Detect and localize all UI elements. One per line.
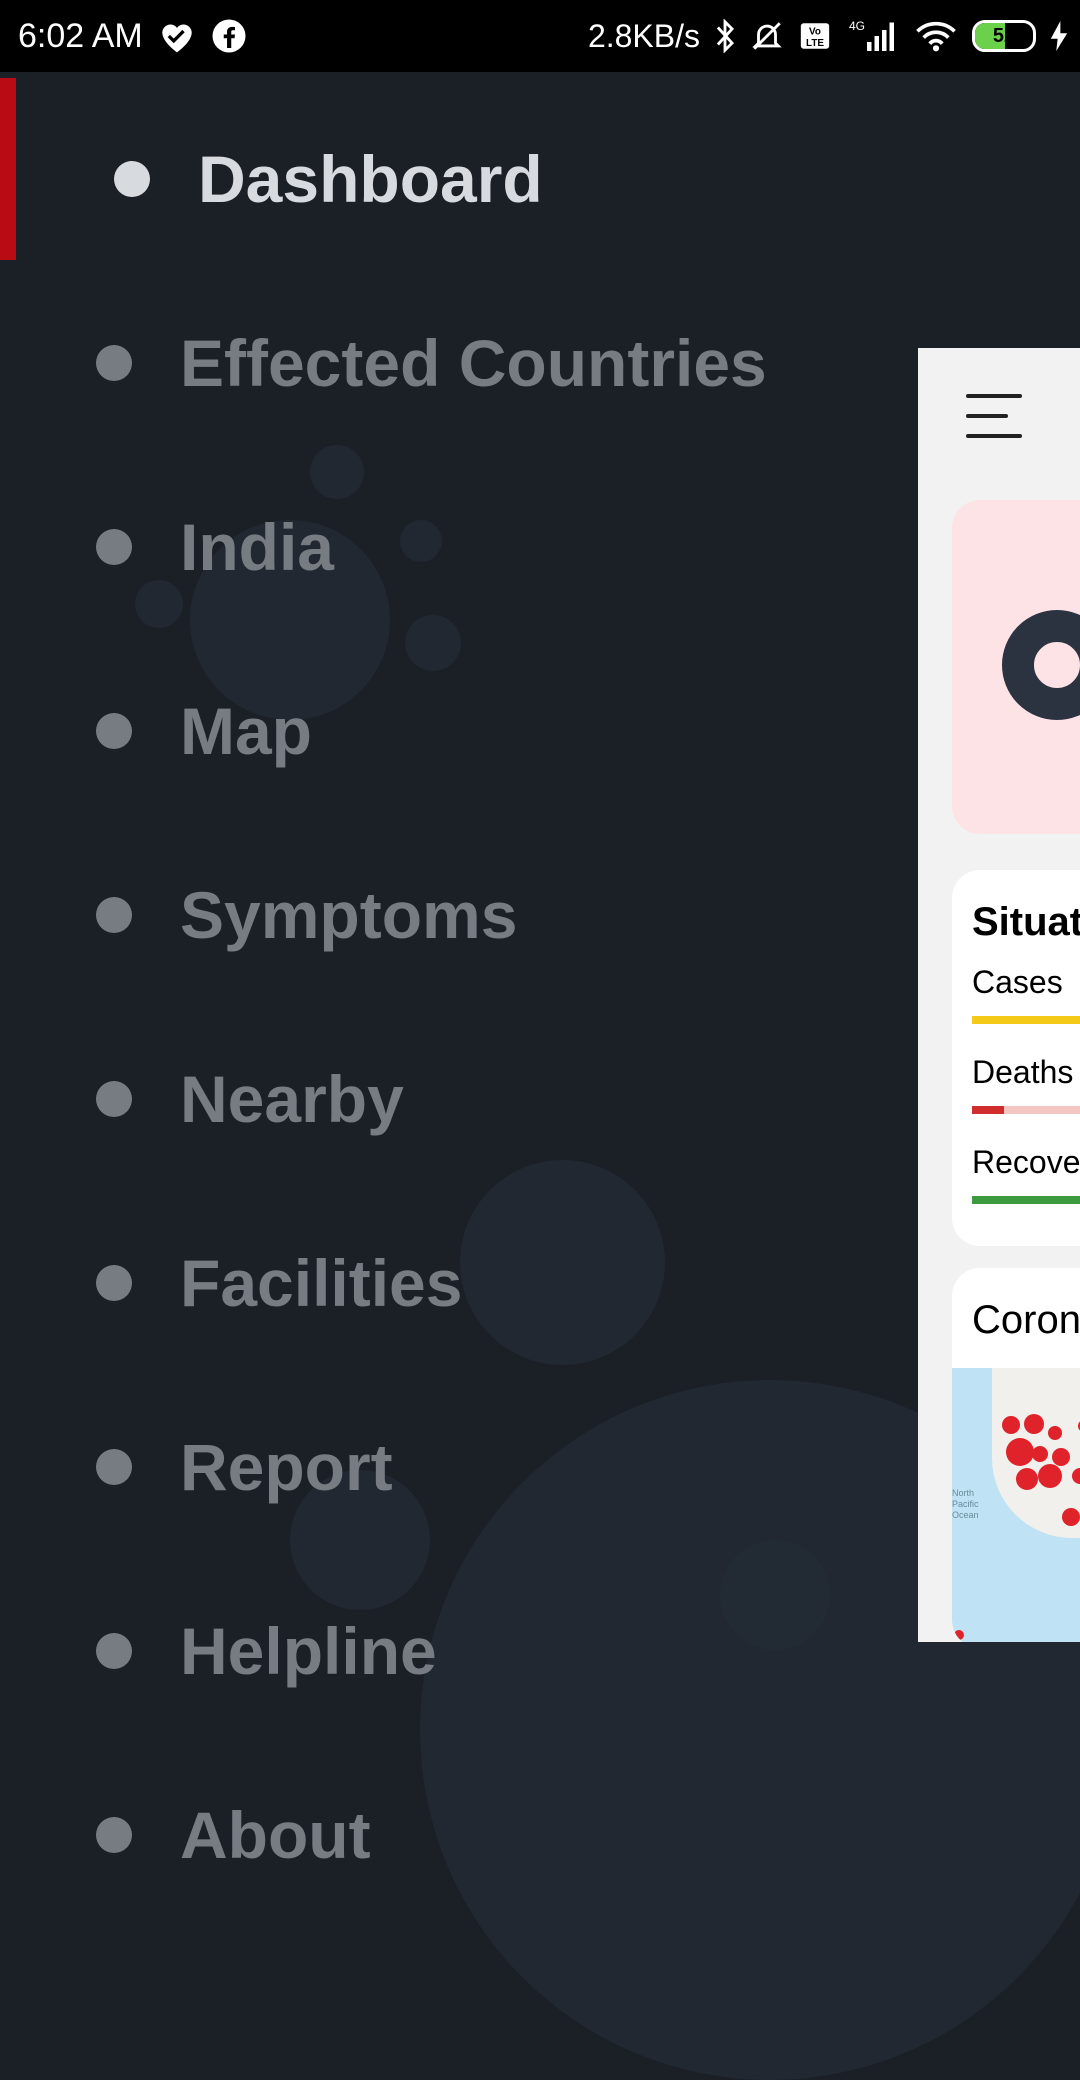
drawer-item-label: India	[180, 510, 335, 584]
drawer-item-label: Dashboard	[198, 142, 543, 216]
situation-card: Situati Cases Deaths Recove	[952, 870, 1080, 1246]
drawer-item-symptoms[interactable]: Symptoms	[0, 855, 900, 975]
drawer-item-label: Report	[180, 1430, 393, 1504]
drawer-item-effected-countries[interactable]: Effected Countries	[0, 303, 900, 423]
bluetooth-icon	[714, 19, 736, 53]
map-marker	[1016, 1468, 1038, 1490]
map-card-title: Corona	[972, 1298, 1080, 1342]
map-marker	[1062, 1508, 1080, 1526]
hamburger-menu-icon[interactable]	[966, 394, 1022, 438]
facebook-icon	[211, 18, 247, 54]
drawer-item-label: Facilities	[180, 1246, 463, 1320]
bullet-icon	[96, 1817, 132, 1853]
bullet-icon	[96, 897, 132, 933]
mute-icon	[750, 19, 784, 53]
bullet-icon	[96, 1081, 132, 1117]
map-marker	[1052, 1448, 1070, 1466]
drawer-item-facilities[interactable]: Facilities	[0, 1223, 900, 1343]
status-time: 6:02 AM	[18, 16, 143, 55]
drawer-item-label: Helpline	[180, 1614, 437, 1688]
drawer-item-nearby[interactable]: Nearby	[0, 1039, 900, 1159]
bullet-icon	[96, 1449, 132, 1485]
bullet-icon	[96, 1633, 132, 1669]
cases-label: Cases	[972, 964, 1063, 1000]
signal-icon: 4G	[846, 18, 900, 54]
situation-title: Situati	[972, 900, 1080, 944]
charging-icon	[1050, 21, 1068, 51]
wifi-icon	[914, 19, 958, 53]
drawer-item-label: Effected Countries	[180, 326, 767, 400]
bullet-icon	[114, 161, 150, 197]
map-marker	[1024, 1414, 1044, 1434]
svg-text:LTE: LTE	[806, 38, 824, 49]
heart-icon	[157, 18, 197, 54]
deaths-label: Deaths	[972, 1054, 1074, 1090]
coronavirus-map[interactable]: North Pacific Ocean	[952, 1368, 1080, 1642]
ocean-label: North Pacific Ocean	[952, 1488, 979, 1520]
drawer-item-dashboard[interactable]: Dashboard	[0, 119, 900, 239]
recovered-bar	[972, 1196, 1080, 1204]
map-marker	[1038, 1464, 1062, 1488]
drawer-item-label: Map	[180, 694, 312, 768]
volte-icon: Vo LTE	[798, 19, 832, 53]
bullet-icon	[96, 345, 132, 381]
recovered-label: Recove	[972, 1144, 1080, 1180]
cases-bar	[972, 1016, 1080, 1024]
drawer-item-map[interactable]: Map	[0, 671, 900, 791]
bullet-icon	[96, 713, 132, 749]
drawer-item-india[interactable]: India	[0, 487, 900, 607]
bullet-icon	[96, 529, 132, 565]
map-marker	[1006, 1438, 1034, 1466]
svg-text:Vo: Vo	[809, 27, 821, 38]
main-content-preview[interactable]: Situati Cases Deaths Recove Corona North…	[918, 348, 1080, 1642]
virus-decoration	[405, 615, 461, 671]
map-marker	[1032, 1446, 1048, 1462]
drawer-item-label: About	[180, 1798, 371, 1872]
hero-card	[952, 500, 1080, 834]
drawer-item-label: Symptoms	[180, 878, 518, 952]
map-card[interactable]: Corona North Pacific Ocean	[952, 1268, 1080, 1642]
drawer-item-label: Nearby	[180, 1062, 404, 1136]
status-bar: 6:02 AM 2.8KB/s Vo LTE 4G 52	[0, 0, 1080, 72]
battery-icon: 52	[972, 20, 1036, 52]
bullet-icon	[96, 1265, 132, 1301]
svg-text:4G: 4G	[849, 19, 865, 33]
drawer-item-helpline[interactable]: Helpline	[0, 1591, 900, 1711]
network-speed: 2.8KB/s	[587, 17, 700, 54]
deaths-bar	[972, 1106, 1080, 1114]
map-marker	[1048, 1426, 1062, 1440]
drawer-item-about[interactable]: About	[0, 1775, 900, 1895]
drawer-item-report[interactable]: Report	[0, 1407, 900, 1527]
map-marker	[954, 1630, 964, 1640]
map-marker	[1002, 1416, 1020, 1434]
logo-letter-shape	[1002, 610, 1080, 720]
